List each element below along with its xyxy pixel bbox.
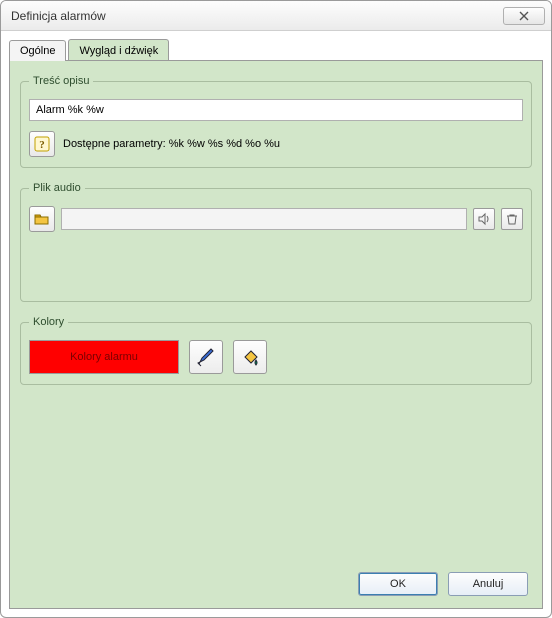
close-icon [519, 11, 529, 21]
group-colors: Kolory Kolory alarmu [20, 316, 532, 385]
speaker-icon [477, 212, 491, 226]
play-audio-button[interactable] [473, 208, 495, 230]
dialog-buttons: OK Anuluj [20, 566, 532, 598]
cancel-button[interactable]: Anuluj [448, 572, 528, 596]
tab-appearance-sound[interactable]: Wygląd i dźwięk [68, 39, 169, 60]
question-icon: ? [34, 136, 50, 152]
background-color-button[interactable] [233, 340, 267, 374]
group-audio: Plik audio [20, 182, 532, 302]
spacer [20, 399, 532, 566]
titlebar: Definicja alarmów [1, 1, 551, 31]
svg-text:?: ? [39, 139, 45, 151]
tab-panel-appearance: Treść opisu ? Dostępne parametry: %k %w … [9, 60, 543, 609]
tab-label: Wygląd i dźwięk [79, 45, 158, 57]
available-parameters-label: Dostępne parametry: %k %w %s %d %o %u [63, 138, 280, 150]
button-label: OK [390, 578, 406, 590]
brush-icon [195, 346, 217, 368]
paint-bucket-icon [239, 346, 261, 368]
group-description: Treść opisu ? Dostępne parametry: %k %w … [20, 75, 532, 168]
colors-row: Kolory alarmu [29, 340, 523, 374]
swatch-label: Kolory alarmu [70, 351, 138, 363]
dialog-window: Definicja alarmów Ogólne Wygląd i dźwięk… [0, 0, 552, 618]
clear-audio-button[interactable] [501, 208, 523, 230]
window-title: Definicja alarmów [11, 9, 106, 23]
ok-button[interactable]: OK [358, 572, 438, 596]
browse-audio-button[interactable] [29, 206, 55, 232]
group-legend: Treść opisu [29, 75, 93, 87]
audio-path-input[interactable] [61, 208, 467, 230]
client-area: Ogólne Wygląd i dźwięk Treść opisu ? Do [1, 31, 551, 617]
group-legend: Plik audio [29, 182, 85, 194]
button-label: Anuluj [473, 578, 504, 590]
trash-icon [505, 212, 519, 226]
folder-open-icon [34, 212, 50, 226]
tab-general[interactable]: Ogólne [9, 40, 66, 61]
foreground-color-button[interactable] [189, 340, 223, 374]
audio-row [29, 206, 523, 232]
help-button[interactable]: ? [29, 131, 55, 157]
description-input[interactable] [29, 99, 523, 121]
params-row: ? Dostępne parametry: %k %w %s %d %o %u [29, 131, 523, 157]
close-button[interactable] [503, 7, 545, 25]
tab-strip: Ogólne Wygląd i dźwięk [9, 39, 543, 60]
group-legend: Kolory [29, 316, 68, 328]
tab-label: Ogólne [20, 45, 55, 57]
alarm-color-swatch[interactable]: Kolory alarmu [29, 340, 179, 374]
